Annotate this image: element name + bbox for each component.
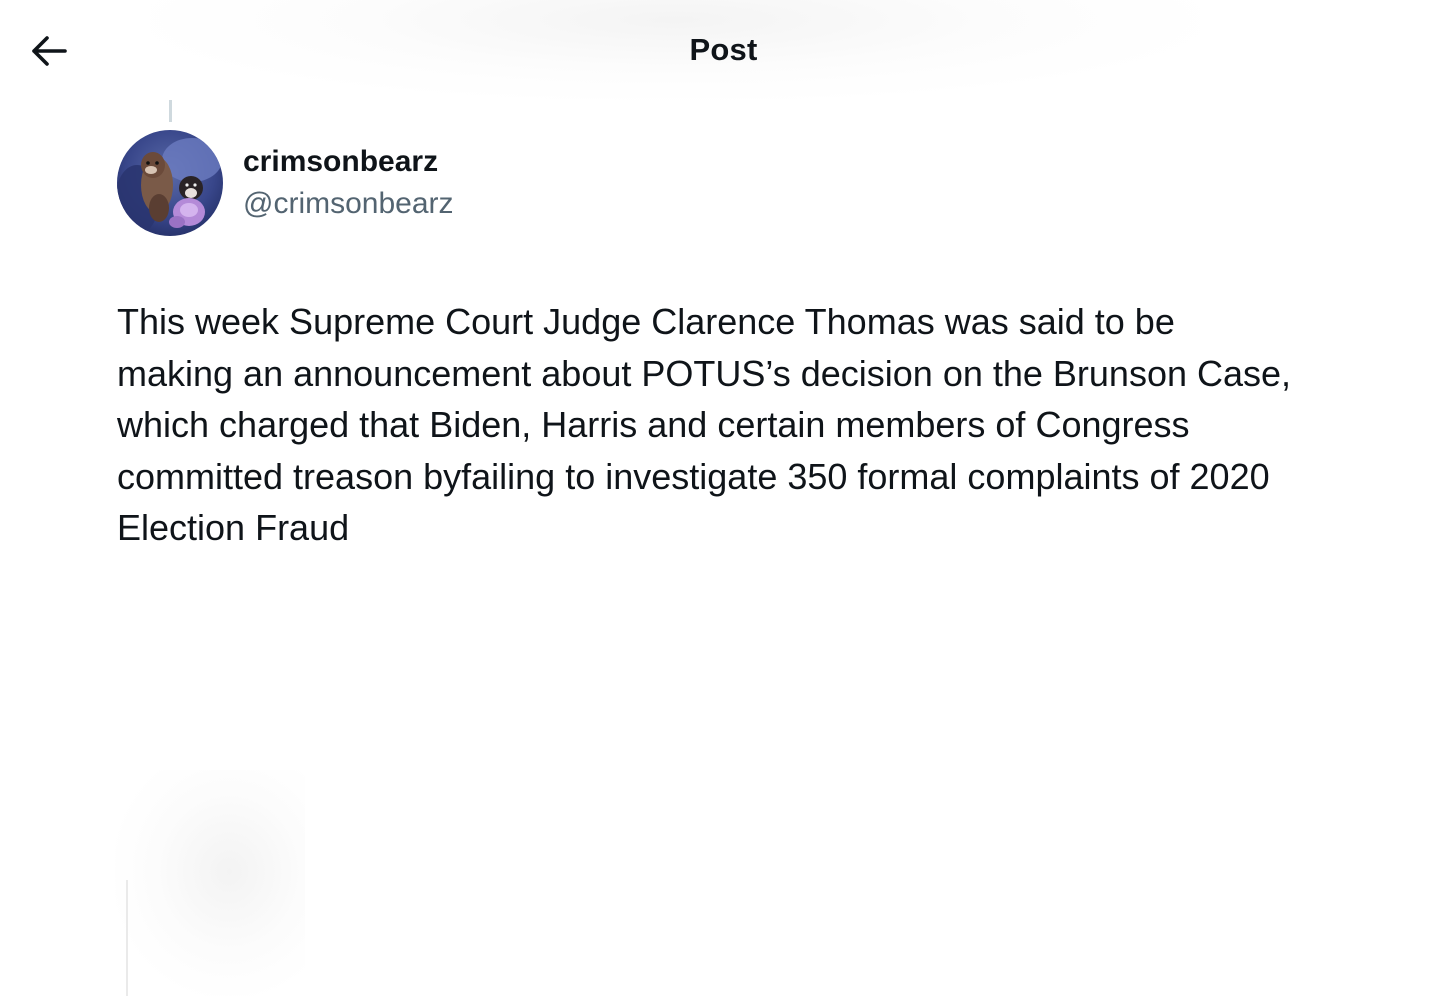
page-title: Post — [689, 32, 758, 67]
author-display-name[interactable]: crimsonbearz — [243, 143, 438, 181]
image-artifact-edge — [126, 880, 128, 996]
avatar[interactable] — [117, 130, 223, 236]
author-handle[interactable]: @crimsonbearz — [243, 185, 454, 223]
thread-connector-line — [169, 100, 172, 122]
profile-photo — [117, 130, 223, 236]
post-text: This week Supreme Court Judge Clarence T… — [117, 301, 1292, 548]
image-artifact — [115, 770, 305, 996]
